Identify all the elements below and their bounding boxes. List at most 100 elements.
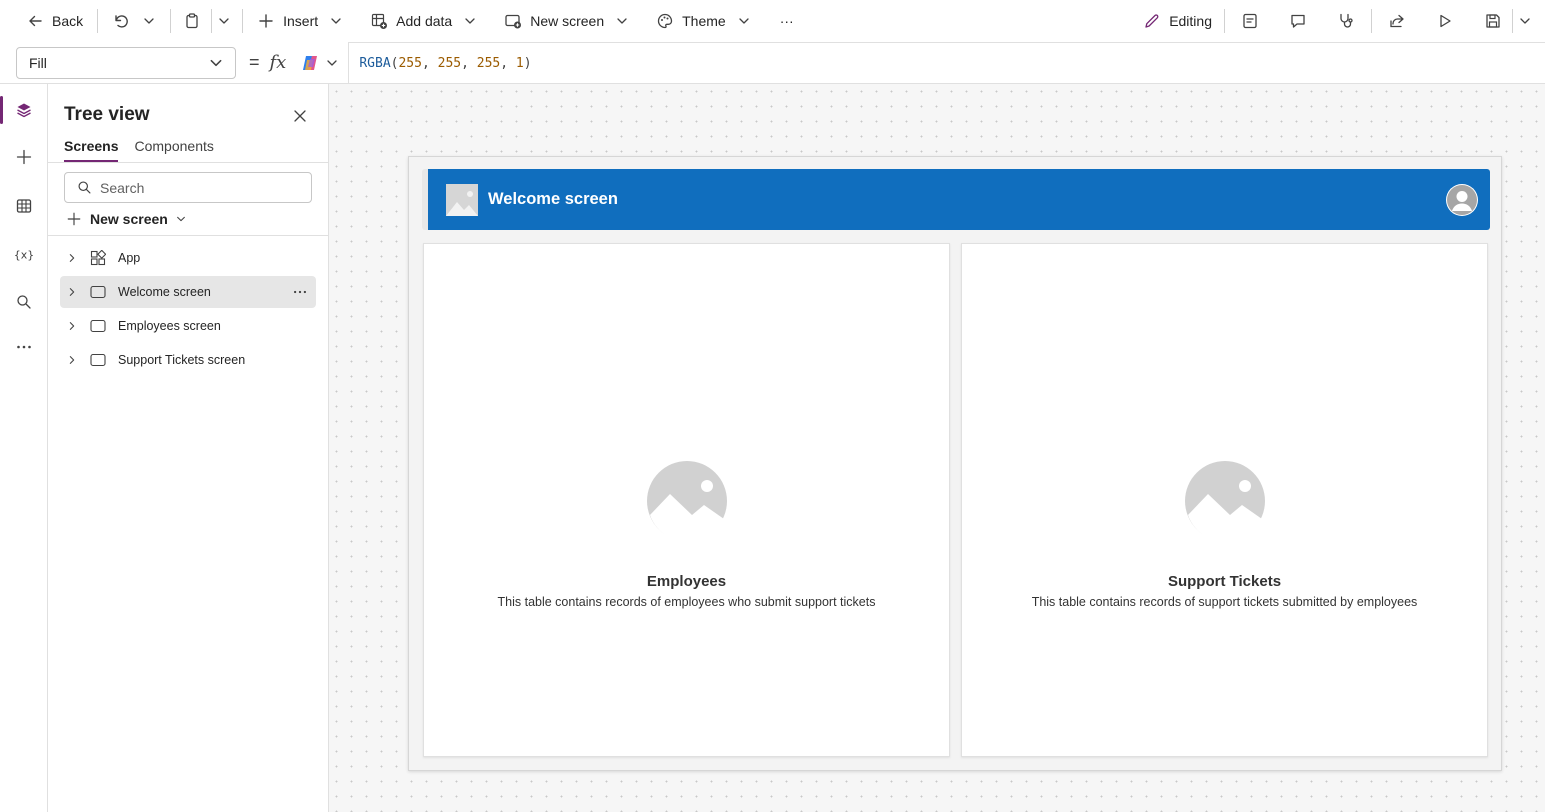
- card-description[interactable]: This table contains records of employees…: [424, 595, 949, 609]
- preview-button[interactable]: [1428, 5, 1462, 37]
- tree-item-label: Employees screen: [118, 319, 221, 333]
- search-box[interactable]: [64, 172, 312, 203]
- plus-icon: [16, 149, 32, 165]
- image-placeholder-icon[interactable]: [1184, 461, 1265, 541]
- more-options-icon[interactable]: [284, 284, 316, 300]
- share-button[interactable]: [1380, 5, 1414, 37]
- divider: [170, 9, 172, 33]
- chevron-down-icon: [331, 18, 341, 24]
- close-button[interactable]: [288, 104, 312, 128]
- notes-icon: [1243, 13, 1257, 29]
- screen-icon: [84, 353, 112, 367]
- chevron-right-icon[interactable]: [60, 253, 84, 263]
- undo-button[interactable]: [104, 5, 138, 37]
- new-screen-label: New screen: [90, 211, 168, 227]
- plus-icon: [67, 212, 81, 226]
- chevron-right-icon[interactable]: [60, 287, 84, 297]
- paste-dropdown-button[interactable]: [212, 5, 236, 37]
- panel-title: Tree view: [64, 104, 150, 125]
- save-button[interactable]: [1476, 5, 1510, 37]
- divider: [242, 9, 244, 33]
- copilot-icon: [303, 55, 318, 70]
- app-checker-button[interactable]: [1233, 5, 1267, 37]
- theme-label: Theme: [682, 13, 726, 29]
- card-title[interactable]: Support Tickets: [962, 573, 1487, 590]
- property-dropdown[interactable]: Fill: [16, 46, 236, 79]
- theme-button[interactable]: Theme: [648, 5, 758, 37]
- divider: [48, 235, 329, 236]
- card-title[interactable]: Employees: [424, 573, 949, 590]
- more-commands-button[interactable]: ···: [772, 5, 802, 37]
- pencil-icon: [1145, 14, 1159, 28]
- rail-variables-button[interactable]: {x}: [0, 234, 48, 274]
- screen-header[interactable]: Welcome screen: [422, 169, 1490, 230]
- left-rail: {x}: [0, 84, 48, 812]
- card-description[interactable]: This table contains records of support t…: [962, 595, 1487, 609]
- rail-insert-button[interactable]: [0, 137, 48, 177]
- back-button[interactable]: Back: [18, 5, 91, 37]
- property-value: Fill: [29, 54, 47, 71]
- divider: [1224, 9, 1225, 33]
- formula-bar: Fill = fx RGBA(255, 255, 255, 1): [0, 41, 1545, 84]
- right-commands: Editing: [1135, 5, 1545, 37]
- chevron-down-icon: [210, 59, 222, 66]
- new-screen-button[interactable]: New screen: [66, 209, 186, 229]
- image-placeholder-icon[interactable]: [646, 461, 727, 541]
- undo-dropdown-button[interactable]: [138, 5, 160, 37]
- screen-title[interactable]: Welcome screen: [488, 190, 618, 209]
- chevron-down-icon: [219, 18, 229, 24]
- copilot-button[interactable]: [300, 47, 338, 79]
- rail-search-button[interactable]: [0, 282, 48, 322]
- tree-item-support-tickets-screen[interactable]: Support Tickets screen: [60, 344, 316, 376]
- tree-item-employees-screen[interactable]: Employees screen: [60, 310, 316, 342]
- add-table-icon: [372, 13, 388, 29]
- save-dropdown-button[interactable]: [1513, 5, 1537, 37]
- rail-more-button[interactable]: [0, 327, 48, 367]
- tree-item-welcome-screen[interactable]: Welcome screen: [60, 276, 316, 308]
- rail-data-button[interactable]: [0, 186, 48, 226]
- app-screen-preview[interactable]: Welcome screen Employees This table cont…: [408, 156, 1502, 771]
- editing-mode-button[interactable]: Editing: [1135, 5, 1220, 37]
- add-data-label: Add data: [396, 13, 453, 29]
- add-data-button[interactable]: Add data: [362, 5, 484, 37]
- undo-icon: [115, 15, 128, 28]
- more-horizontal-icon: [17, 345, 31, 349]
- rail-tree-view-button[interactable]: [0, 90, 48, 130]
- chevron-down-icon: [617, 18, 627, 24]
- paste-button[interactable]: [175, 5, 209, 37]
- insert-label: Insert: [283, 13, 319, 29]
- formula-arg-b: 255: [476, 55, 501, 71]
- health-check-button[interactable]: [1329, 5, 1363, 37]
- app-icon: [84, 250, 112, 266]
- fx-icon: fx: [269, 52, 287, 73]
- new-screen-button[interactable]: New screen: [496, 5, 636, 37]
- insert-button[interactable]: Insert: [249, 5, 350, 37]
- tab-components[interactable]: Components: [134, 138, 213, 162]
- chevron-right-icon[interactable]: [60, 321, 84, 331]
- employees-card[interactable]: Employees This table contains records of…: [423, 243, 950, 757]
- tree-item-label: Support Tickets screen: [118, 353, 246, 367]
- tab-screens[interactable]: Screens: [64, 138, 119, 162]
- divider: [97, 9, 99, 33]
- divider: [1371, 9, 1372, 33]
- comments-button[interactable]: [1281, 5, 1315, 37]
- design-canvas[interactable]: Welcome screen Employees This table cont…: [329, 84, 1545, 812]
- chevron-down-icon: [465, 18, 475, 24]
- tree-item-app[interactable]: App: [60, 242, 316, 274]
- tab-list: Screens Components: [64, 138, 214, 162]
- support-tickets-card[interactable]: Support Tickets This table contains reco…: [961, 243, 1488, 757]
- search-input[interactable]: [100, 179, 300, 196]
- share-icon: [1390, 14, 1404, 28]
- chevron-right-icon[interactable]: [60, 355, 84, 365]
- screen-icon: [84, 319, 112, 333]
- close-icon: [294, 110, 306, 122]
- search-icon: [17, 295, 31, 309]
- chevron-down-icon: [144, 18, 154, 24]
- image-placeholder-icon[interactable]: [446, 183, 478, 216]
- arrow-left-icon: [29, 15, 42, 27]
- svg-text:{x}: {x}: [14, 249, 34, 262]
- plus-icon: [259, 14, 273, 28]
- formula-input[interactable]: RGBA(255, 255, 255, 1): [349, 41, 1545, 84]
- new-screen-icon: [505, 14, 522, 29]
- avatar[interactable]: [1446, 183, 1478, 216]
